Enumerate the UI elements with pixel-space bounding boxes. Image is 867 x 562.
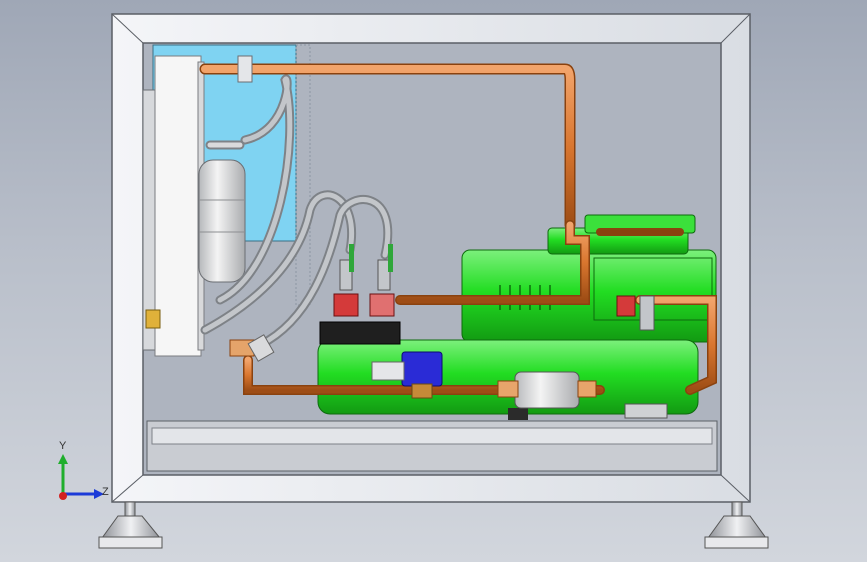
model-render[interactable] [0,0,867,562]
leveling-foot-left [98,501,163,549]
leveling-foot-right [704,501,769,549]
x-axis-dot [59,492,67,500]
buffer-vessel [198,159,246,283]
axis-triad [58,454,104,500]
plate-heat-exchanger [142,55,205,357]
triad-z-label: Z [102,486,109,498]
triad-y-label: Y [59,440,67,452]
cad-viewport[interactable]: Y Z [0,0,867,562]
